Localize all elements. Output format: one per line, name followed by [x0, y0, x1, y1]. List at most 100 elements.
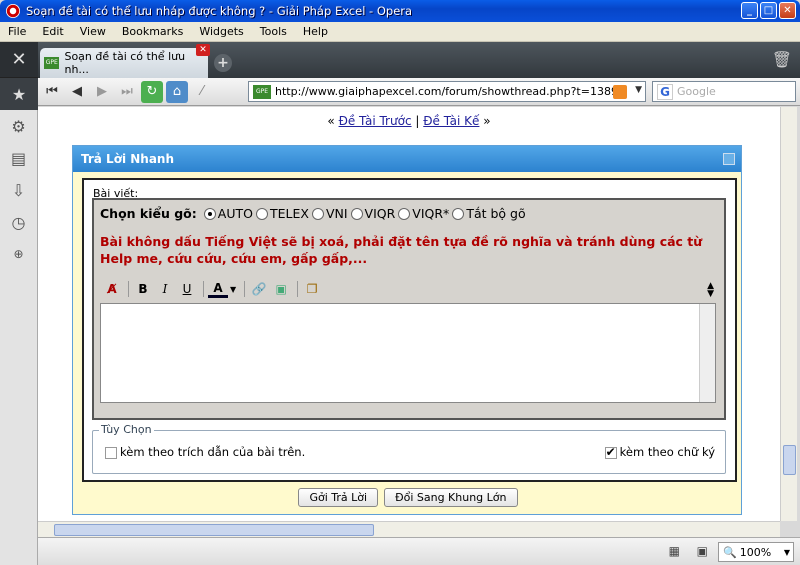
- remove-format-icon[interactable]: A̸: [102, 280, 122, 298]
- site-favicon-icon: GPE: [253, 84, 271, 99]
- next-thread-link[interactable]: Đề Tài Kế: [423, 114, 479, 128]
- signature-label: kèm theo chữ ký: [619, 445, 715, 459]
- close-window-button[interactable]: ✕: [779, 2, 796, 19]
- opera-logo-icon: [6, 4, 20, 18]
- title-bar: Soạn đề tài có thể lưu nháp được không ?…: [0, 0, 800, 22]
- back-icon[interactable]: ◀: [66, 81, 88, 103]
- maximize-button[interactable]: □: [760, 2, 777, 19]
- search-placeholder: Google: [677, 85, 716, 98]
- menu-file[interactable]: File: [0, 25, 34, 38]
- quote-checkbox[interactable]: [105, 446, 117, 459]
- rss-feed-icon[interactable]: [613, 85, 627, 99]
- nav-open-quote: «: [327, 114, 335, 128]
- bold-icon[interactable]: B: [133, 280, 153, 298]
- editor-container: Bài viết: Chọn kiểu gõ: AUTO TELEX VNI V…: [82, 178, 737, 482]
- tab-bar: GPE Soạn đề tài có thể lưu nh... ✕ + 🗑: [38, 42, 800, 78]
- speed-dial-icon[interactable]: ▦: [669, 544, 680, 558]
- tab-active[interactable]: GPE Soạn đề tài có thể lưu nh... ✕: [40, 44, 210, 78]
- quick-reply-title: Trả Lời Nhanh: [81, 152, 175, 166]
- radio-telex[interactable]: [255, 207, 268, 220]
- radio-telex-label: TELEX: [269, 206, 309, 221]
- add-panel-icon[interactable]: ⊕: [0, 238, 37, 270]
- italic-icon[interactable]: I: [155, 280, 175, 298]
- url-text[interactable]: http://www.giaiphapexcel.com/forum/showt…: [275, 85, 625, 98]
- menu-tools[interactable]: Tools: [252, 25, 295, 38]
- history-clock-icon[interactable]: ◷: [0, 206, 37, 238]
- zoom-dropdown-icon[interactable]: ▼: [784, 548, 790, 557]
- vertical-scrollbar[interactable]: [780, 107, 797, 521]
- close-tab-icon[interactable]: ✕: [196, 44, 210, 56]
- tools-icon[interactable]: ✕: [0, 42, 38, 78]
- message-textarea[interactable]: [100, 303, 716, 403]
- underline-icon[interactable]: U: [177, 280, 197, 298]
- favicon-icon: GPE: [44, 57, 60, 69]
- zoom-control[interactable]: 🔍 100% ▼: [718, 542, 794, 562]
- page-content: « Đề Tài Trước | Đề Tài Kế » Trả Lời Nha…: [38, 107, 780, 521]
- menu-bookmarks[interactable]: Bookmarks: [114, 25, 191, 38]
- radio-viqr[interactable]: [350, 207, 363, 220]
- tab-title: Soạn đề tài có thể lưu nh...: [64, 50, 186, 76]
- radio-auto[interactable]: [203, 207, 216, 220]
- menu-view[interactable]: View: [72, 25, 114, 38]
- wand-icon[interactable]: ⁄: [191, 81, 213, 103]
- home-icon[interactable]: ⌂: [166, 80, 188, 103]
- rewind-icon[interactable]: ⏮: [41, 81, 63, 103]
- address-bar[interactable]: GPE http://www.giaiphapexcel.com/forum/s…: [248, 81, 646, 102]
- insert-quote-icon[interactable]: ❐: [302, 280, 322, 298]
- insert-link-icon[interactable]: 🔗: [249, 280, 269, 298]
- trash-icon[interactable]: 🗑: [772, 50, 792, 69]
- send-reply-button[interactable]: Gởi Trả Lời: [298, 488, 379, 507]
- toolbar-separator: [297, 281, 299, 297]
- editor-frame: Chọn kiểu gõ: AUTO TELEX VNI VIQR VIQR* …: [92, 198, 726, 420]
- google-icon[interactable]: G: [657, 83, 673, 100]
- panel-sidebar: ✕ ★ ⚙ ▤ ⇩ ◷ ⊕: [0, 42, 38, 565]
- minimize-button[interactable]: _: [741, 2, 758, 19]
- radio-off[interactable]: [452, 207, 465, 220]
- fast-forward-icon[interactable]: ⏭: [116, 81, 138, 103]
- font-color-dropdown-icon[interactable]: ▼: [230, 285, 236, 294]
- warning-text: Bài không dấu Tiếng Việt sẽ bị xoá, phải…: [100, 234, 703, 266]
- search-box[interactable]: G Google: [652, 81, 796, 102]
- new-tab-icon[interactable]: +: [214, 54, 232, 72]
- textarea-scrollbar[interactable]: [699, 304, 715, 402]
- thread-navigation: « Đề Tài Trước | Đề Tài Kế »: [38, 114, 780, 128]
- font-color-icon[interactable]: A: [208, 280, 228, 298]
- radio-viqr-label: VIQR: [364, 206, 396, 221]
- menu-edit[interactable]: Edit: [34, 25, 71, 38]
- reload-icon[interactable]: ↻: [141, 80, 163, 103]
- insert-image-icon[interactable]: ▣: [271, 280, 291, 298]
- quote-option: kèm theo trích dẫn của bài trên.: [105, 445, 305, 459]
- radio-viqr-star[interactable]: [398, 207, 411, 220]
- editor-toolbar: A̸ B I U A ▼ 🔗 ▣ ❐: [102, 280, 324, 298]
- radio-vni-label: VNI: [325, 206, 348, 221]
- toolbar-separator: [203, 281, 204, 297]
- menu-widgets[interactable]: Widgets: [191, 25, 251, 38]
- collapse-icon[interactable]: [723, 153, 735, 165]
- quick-reply-panel: Trả Lời Nhanh Bài viết: Chọn kiểu gõ: AU…: [72, 145, 742, 515]
- radio-off-label: Tắt bộ gõ: [466, 206, 526, 221]
- transfers-icon[interactable]: ⇩: [0, 174, 37, 206]
- quote-label: kèm theo trích dẫn của bài trên.: [120, 445, 306, 459]
- settings-gear-icon[interactable]: ⚙: [0, 110, 37, 142]
- quick-reply-header: Trả Lời Nhanh: [73, 146, 741, 172]
- options-fieldset: Tùy Chọn kèm theo trích dẫn của bài trên…: [92, 423, 726, 474]
- toolbar-separator: [244, 281, 246, 297]
- horizontal-scrollbar[interactable]: [38, 521, 780, 537]
- signature-checkbox[interactable]: [604, 445, 617, 459]
- menu-help[interactable]: Help: [295, 25, 336, 38]
- bookmarks-star-icon[interactable]: ★: [0, 78, 38, 110]
- navigation-bar: ⏮ ◀ ▶ ⏭ ↻ ⌂ ⁄ GPE http://www.giaiphapexc…: [38, 78, 800, 106]
- typing-mode-label: Chọn kiểu gõ:: [100, 206, 197, 221]
- address-dropdown-icon[interactable]: ▼: [635, 85, 642, 95]
- vertical-scroll-thumb[interactable]: [783, 445, 796, 475]
- horizontal-scroll-thumb[interactable]: [54, 524, 374, 536]
- radio-vni[interactable]: [311, 207, 324, 220]
- advanced-editor-button[interactable]: Đổi Sang Khung Lớn: [384, 488, 518, 507]
- notes-icon[interactable]: ▤: [0, 142, 37, 174]
- toolbar-separator: [128, 281, 129, 297]
- options-legend: Tùy Chọn: [99, 423, 154, 436]
- forward-icon[interactable]: ▶: [91, 81, 113, 103]
- images-toggle-icon[interactable]: ▣: [697, 544, 708, 558]
- prev-thread-link[interactable]: Đề Tài Trước: [339, 114, 412, 128]
- resize-editor-icon[interactable]: ▲ ▼: [707, 282, 714, 299]
